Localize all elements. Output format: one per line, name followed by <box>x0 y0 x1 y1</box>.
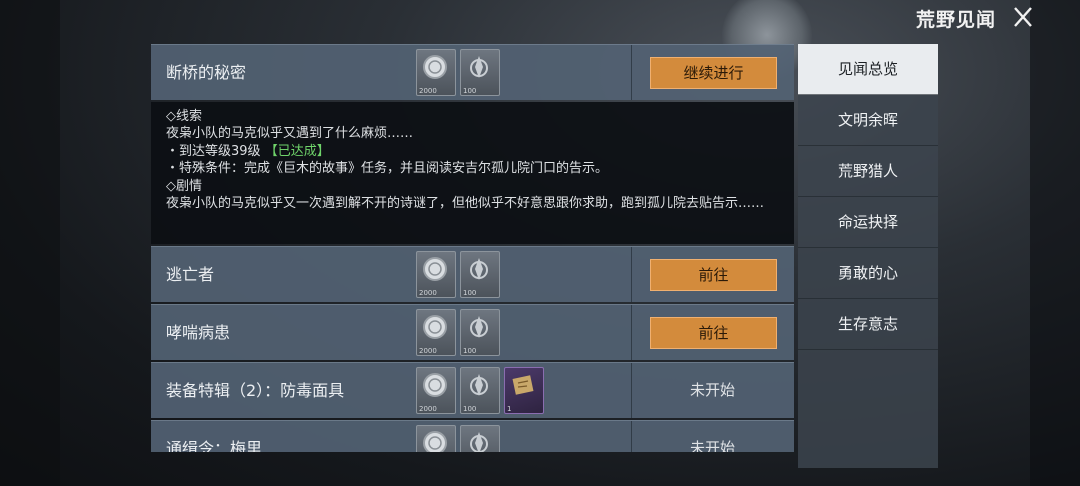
quest-detail: ◇线索 夜枭小队的马克似乎又遇到了什么麻烦…… ・到达等级39级 【已达成】 ・… <box>151 102 794 244</box>
tab-overview[interactable]: 见闻总览 <box>798 44 938 95</box>
reward-list: 2000 100 1 <box>416 367 544 414</box>
divider <box>631 247 632 302</box>
divider <box>631 45 632 100</box>
requirement-level: ・到达等级39级 【已达成】 <box>166 143 780 160</box>
exp-emblem-icon[interactable]: 100 <box>460 425 500 452</box>
reward-list: 2000 100 <box>416 49 500 96</box>
goto-button[interactable]: 前往 <box>650 317 777 349</box>
achieved-badge: 【已达成】 <box>264 143 330 159</box>
blueprint-icon[interactable]: 1 <box>504 367 544 414</box>
requirement-level-text: ・到达等级39级 <box>166 143 261 159</box>
reward-qty: 1 <box>507 405 512 413</box>
quest-row[interactable]: 通缉令：梅里 2000 100 未开始 <box>151 420 794 452</box>
tab-survival-will[interactable]: 生存意志 <box>798 299 938 350</box>
quest-row[interactable]: 逃亡者 2000 100 前往 <box>151 246 794 302</box>
quest-list[interactable]: 断桥的秘密 2000 100 继续进行 ◇线索 夜枭小队的马克似乎又遇到了什么麻… <box>151 44 794 452</box>
exp-emblem-icon[interactable]: 100 <box>460 367 500 414</box>
exp-emblem-icon[interactable]: 100 <box>460 251 500 298</box>
reward-qty: 2000 <box>419 289 437 297</box>
page-title: 荒野见闻 <box>915 9 996 31</box>
quest-row[interactable]: 哮喘病患 2000 100 前往 <box>151 304 794 360</box>
silver-coin-icon[interactable]: 2000 <box>416 425 456 452</box>
silver-coin-icon[interactable]: 2000 <box>416 49 456 96</box>
quest-title: 逃亡者 <box>166 265 215 284</box>
tab-brave-heart[interactable]: 勇敢的心 <box>798 248 938 299</box>
clue-text: 夜枭小队的马克似乎又遇到了什么麻烦…… <box>166 126 414 142</box>
divider <box>631 363 632 418</box>
close-icon <box>1014 7 1032 27</box>
quest-row[interactable]: 装备特辑（2）：防毒面具 2000 100 1 未开始 <box>151 362 794 418</box>
silver-coin-icon[interactable]: 2000 <box>416 367 456 414</box>
reward-qty: 100 <box>463 347 477 355</box>
silver-coin-icon[interactable]: 2000 <box>416 251 456 298</box>
divider <box>631 421 632 452</box>
background-trees <box>0 0 60 486</box>
status-text: 未开始 <box>689 439 735 452</box>
tab-fate-choice[interactable]: 命运抉择 <box>798 197 938 248</box>
reward-list: 2000 100 <box>416 309 500 356</box>
reward-qty: 100 <box>463 87 477 95</box>
exp-emblem-icon[interactable]: 100 <box>460 49 500 96</box>
reward-list: 2000 100 <box>416 425 500 452</box>
clue-heading: ◇线索 <box>166 109 202 124</box>
quest-title: 装备特辑（2）：防毒面具 <box>166 381 345 400</box>
reward-qty: 100 <box>463 405 477 413</box>
quest-title: 通缉令：梅里 <box>166 439 263 452</box>
category-sidebar: 见闻总览 文明余晖 荒野猎人 命运抉择 勇敢的心 生存意志 <box>798 44 938 468</box>
reward-qty: 2000 <box>419 87 437 95</box>
reward-qty: 2000 <box>419 405 437 413</box>
goto-button[interactable]: 前往 <box>650 259 777 291</box>
exp-emblem-icon[interactable]: 100 <box>460 309 500 356</box>
quest-title: 哮喘病患 <box>166 323 231 342</box>
quest-title: 断桥的秘密 <box>166 63 247 82</box>
status-text: 未开始 <box>689 381 735 399</box>
close-button[interactable] <box>1008 2 1038 32</box>
silver-coin-icon[interactable]: 2000 <box>416 309 456 356</box>
story-text: 夜枭小队的马克似乎又一次遇到解不开的诗谜了，但他似乎不好意思跟你求助，跑到孤儿院… <box>166 196 765 212</box>
reward-list: 2000 100 <box>416 251 500 298</box>
story-heading: ◇剧情 <box>166 178 202 194</box>
quest-row[interactable]: 断桥的秘密 2000 100 继续进行 <box>151 44 794 100</box>
continue-button[interactable]: 继续进行 <box>650 57 777 89</box>
divider <box>631 305 632 360</box>
tab-wild-hunter[interactable]: 荒野猎人 <box>798 146 938 197</box>
requirement-special: ・特殊条件：完成《巨木的故事》任务，并且阅读安吉尔孤儿院门口的告示。 <box>166 161 609 177</box>
background-trees-right <box>1030 0 1080 486</box>
reward-qty: 2000 <box>419 347 437 355</box>
reward-qty: 100 <box>463 289 477 297</box>
tab-civilization[interactable]: 文明余晖 <box>798 95 938 146</box>
